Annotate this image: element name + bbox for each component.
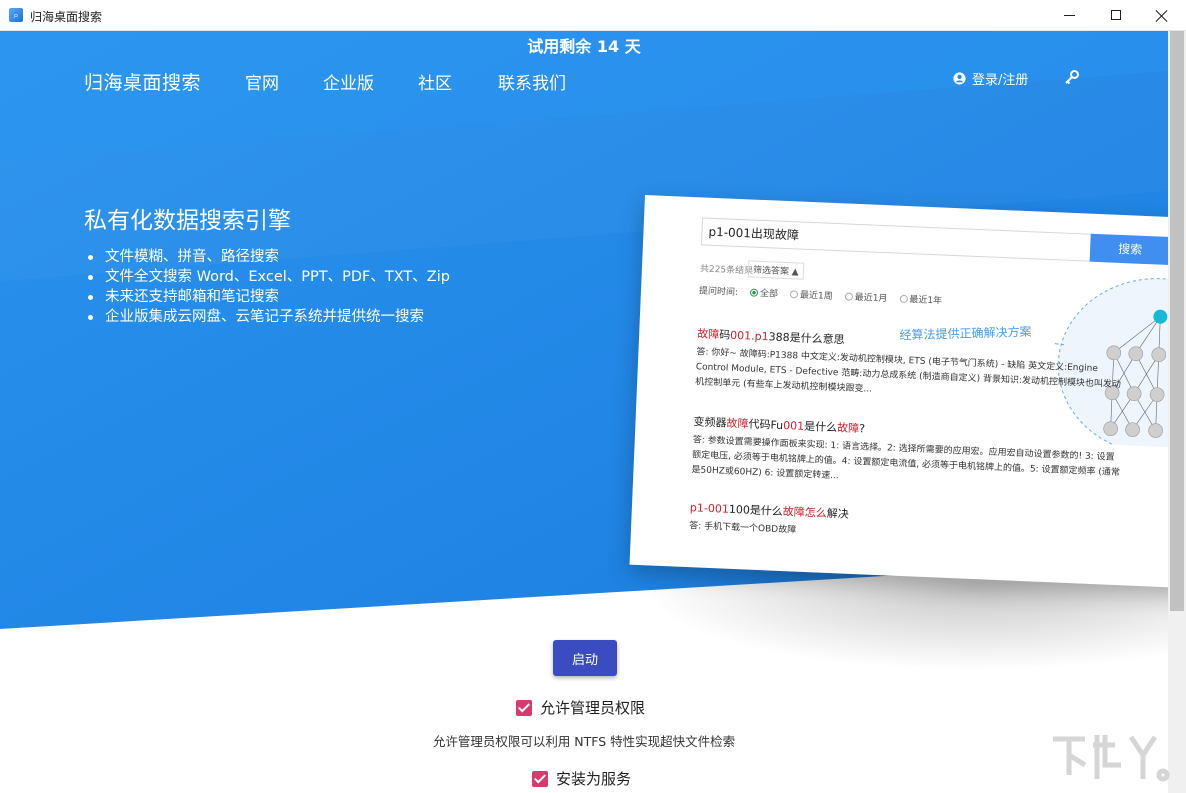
radio-selected-icon [749,288,759,297]
demo-time-label: 提问时间: [698,286,739,298]
window-titlebar: ⌕ 归海桌面搜索 [0,0,1186,31]
minimize-icon [1064,15,1075,16]
key-settings-icon[interactable] [1064,69,1080,85]
demo-result-count: 共225条结果 [699,264,754,277]
admin-permission-label: 允许管理员权限 [540,699,646,717]
demo-time-option: 最近1月 [844,289,888,304]
close-icon [1155,9,1169,23]
radio-icon [899,294,908,304]
login-register-link[interactable]: 登录/注册 [953,69,1028,88]
demo-algorithm-label: 经算法提供正确解决方案 [899,324,1032,343]
install-service-checkbox[interactable]: 安装为服务 [532,768,631,789]
feature-item: 文件全文搜索 Word、Excel、PPT、PDF、TXT、Zip [88,267,450,287]
demo-result-answer: 答: 手机下载一个OBD故障 [688,521,797,536]
demo-result-title: 故障码001.p1388是什么意思 [696,327,845,347]
demo-search-card: p1-001出现故障 搜索 共225条结果 筛选答案 ▲ 提问时间: 全部 最近… [629,195,1186,589]
hero-section: 试用剩余 14 天 归海桌面搜索 官网 企业版 社区 联系我们 登录/注册 私有… [0,31,1186,793]
app-logo-icon: ⌕ [9,8,23,22]
maximize-button[interactable] [1093,0,1139,31]
feature-item: 未来还支持邮箱和笔记搜索 [88,287,450,307]
nav-link-official-site[interactable]: 官网 [245,69,279,94]
radio-icon [789,290,799,299]
scrollbar-thumb[interactable] [1170,31,1184,611]
radio-icon [844,292,853,301]
brand-title: 归海桌面搜索 [84,72,202,94]
demo-result-title: 变频器故障代码Fu001是什么故障? [693,415,866,436]
demo-time-option: 最近1周 [789,287,833,302]
main-content: 试用剩余 14 天 归海桌面搜索 官网 企业版 社区 联系我们 登录/注册 私有… [0,31,1186,793]
nav-link-community[interactable]: 社区 [418,69,452,94]
minimize-button[interactable] [1047,0,1093,31]
download-site-watermark [1053,735,1170,782]
feature-item: 文件模糊、拼音、路径搜索 [88,247,450,267]
feature-list: 文件模糊、拼音、路径搜索 文件全文搜索 Word、Excel、PPT、PDF、T… [88,247,450,327]
trial-remaining-banner: 试用剩余 14 天 [527,37,641,56]
feature-item: 企业版集成云网盘、云笔记子系统并提供统一搜索 [88,307,450,327]
hero-headline: 私有化数据搜索引擎 [84,208,291,234]
demo-search-input: p1-001出现故障 [700,217,1094,262]
demo-time-option: 最近1年 [899,292,942,307]
nav-link-contact[interactable]: 联系我们 [498,69,566,94]
nav-link-enterprise[interactable]: 企业版 [323,69,374,94]
demo-time-option: 全部 [749,285,779,300]
demo-result-title: p1-001100是什么故障怎么解决 [689,501,850,521]
window-title: 归海桌面搜索 [30,10,103,24]
demo-filter-dropdown: 筛选答案 ▲ [747,260,805,280]
close-button[interactable] [1139,0,1185,31]
user-icon [953,72,966,85]
admin-permission-description: 允许管理员权限可以利用 NTFS 特性实现超快文件检索 [432,734,736,749]
demo-time-filter: 提问时间: 全部 最近1周 最近1月 最近1年 [699,283,943,306]
admin-permission-checkbox[interactable]: 允许管理员权限 [516,697,645,718]
maximize-icon [1111,10,1121,20]
demo-result-answer: 答: 参数设置需要操作面板来实现: 1: 语言选择。2: 选择所需要的应用宏。应… [691,435,1121,482]
start-button[interactable]: 启动 [553,640,617,676]
install-service-label: 安装为服务 [556,770,632,788]
checkbox-checked-icon[interactable] [532,770,548,787]
demo-search-button: 搜索 [1089,233,1171,266]
checkbox-checked-icon[interactable] [516,699,532,716]
login-register-label: 登录/注册 [972,73,1029,88]
